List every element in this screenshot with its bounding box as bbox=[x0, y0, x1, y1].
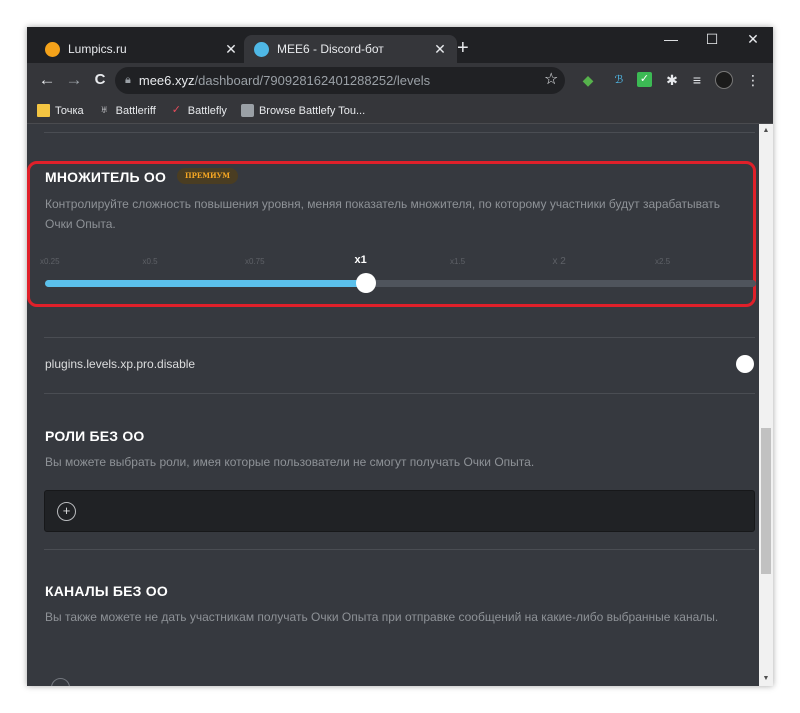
multiplier-tick: x0.5 bbox=[142, 257, 158, 266]
tab-strip: Lumpics.ru ✕ MEE6 - Discord-бот ✕ + — ☐ … bbox=[27, 27, 773, 63]
tab-title: MEE6 - Discord-бот bbox=[277, 42, 384, 56]
close-icon[interactable]: ✕ bbox=[433, 41, 447, 58]
maximize-button[interactable]: ☐ bbox=[697, 31, 727, 48]
divider bbox=[44, 393, 755, 394]
url-host: mee6.xyz bbox=[138, 73, 195, 88]
premium-badge: ПРЕМИУМ bbox=[177, 168, 239, 184]
browser-window: Lumpics.ru ✕ MEE6 - Discord-бот ✕ + — ☐ … bbox=[27, 27, 773, 686]
forward-button[interactable]: → bbox=[63, 69, 85, 91]
slider-handle[interactable] bbox=[356, 273, 377, 293]
bookmark-star-icon[interactable]: ☆ bbox=[544, 69, 558, 89]
multiplier-tick: x0.75 bbox=[245, 257, 265, 266]
kebab-menu-icon[interactable]: ⋮ bbox=[744, 71, 762, 89]
bookmark-battleriff[interactable]: ♅ Battleriff bbox=[98, 104, 156, 117]
divider bbox=[44, 337, 755, 338]
bookmark-label: Точка bbox=[55, 104, 84, 117]
multiplier-tick: x1 bbox=[354, 254, 367, 266]
tab-mee6[interactable]: MEE6 - Discord-бот ✕ bbox=[244, 35, 457, 63]
roles-title: РОЛИ БЕЗ ОО bbox=[45, 428, 145, 444]
scroll-down-icon[interactable]: ▼ bbox=[759, 672, 773, 686]
new-tab-button[interactable]: + bbox=[457, 38, 469, 58]
battlefy-icon bbox=[240, 104, 254, 117]
divider bbox=[44, 132, 755, 133]
toolbar: ← → C 🔒︎ mee6.xyz /dashboard/79092816240… bbox=[27, 63, 773, 98]
lock-icon: 🔒︎ bbox=[125, 74, 131, 86]
add-role-button[interactable]: + bbox=[57, 502, 76, 521]
folder-icon bbox=[37, 104, 50, 117]
channels-title: КАНАЛЫ БЕЗ ОО bbox=[45, 583, 168, 599]
bookmark-battlefy[interactable]: Browse Battlefy Tou... bbox=[240, 104, 366, 117]
bookmark-label: Battlefly bbox=[187, 104, 227, 117]
bookmark-label: Browse Battlefy Tou... bbox=[258, 104, 366, 117]
close-icon[interactable]: ✕ bbox=[224, 41, 238, 58]
shield-badge-icon[interactable]: ◆ bbox=[579, 71, 597, 89]
scrollbar[interactable]: ▲ ▼ bbox=[759, 124, 773, 686]
reload-button[interactable]: C bbox=[89, 69, 111, 91]
puzzle-icon[interactable]: ✱ bbox=[663, 71, 681, 89]
add-channel-button[interactable] bbox=[51, 678, 70, 686]
minimize-button[interactable]: — bbox=[656, 31, 686, 47]
address-bar[interactable]: 🔒︎ mee6.xyz /dashboard/79092816240128825… bbox=[115, 67, 565, 94]
multiplier-tick: x1.5 bbox=[450, 257, 466, 266]
url-path: /dashboard/790928162401288252/levels bbox=[194, 73, 431, 88]
mee6-favicon-icon bbox=[254, 41, 269, 57]
tab-lumpics[interactable]: Lumpics.ru ✕ bbox=[35, 35, 248, 63]
lumpics-favicon-icon bbox=[45, 41, 60, 57]
scrollbar-thumb[interactable] bbox=[761, 428, 771, 574]
multiplier-description: Контролируйте сложность повышения уровня… bbox=[45, 197, 721, 231]
scroll-up-icon[interactable]: ▲ bbox=[759, 124, 773, 138]
close-window-button[interactable]: ✕ bbox=[738, 31, 768, 48]
channels-description: Вы также можете не дать участникам получ… bbox=[45, 610, 719, 624]
translate-icon[interactable]: ℬ bbox=[610, 71, 628, 89]
back-button[interactable]: ← bbox=[36, 69, 58, 91]
battleriff-icon: ♅ bbox=[100, 104, 109, 116]
multiplier-tick: x 2 bbox=[552, 256, 566, 267]
bookmark-label: Battleriff bbox=[115, 104, 156, 117]
battlefly-icon: ✓ bbox=[171, 104, 181, 116]
multiplier-title: МНОЖИТЕЛЬ ОО bbox=[45, 169, 167, 185]
playlist-icon[interactable]: ≡ bbox=[688, 71, 706, 89]
avatar[interactable] bbox=[715, 71, 733, 89]
bookmark-battlefly[interactable]: ✓ Battlefly bbox=[170, 104, 227, 117]
tab-title: Lumpics.ru bbox=[68, 42, 127, 56]
multiplier-tick: x2.5 bbox=[655, 257, 671, 266]
divider bbox=[44, 549, 755, 550]
xp-pro-disable-label: plugins.levels.xp.pro.disable bbox=[45, 357, 196, 371]
check-icon[interactable]: ✓ bbox=[637, 72, 652, 87]
multiplier-tick: x0.25 bbox=[40, 257, 60, 266]
roles-description: Вы можете выбрать роли, имея которые пол… bbox=[45, 455, 535, 469]
slider-fill bbox=[45, 280, 367, 287]
page-content: МНОЖИТЕЛЬ ОО ПРЕМИУМ Контролируйте сложн… bbox=[27, 124, 773, 686]
xp-pro-toggle[interactable] bbox=[736, 355, 754, 373]
roles-select[interactable]: + bbox=[44, 490, 755, 532]
bookmarks-bar: Точка ♅ Battleriff ✓ Battlefly Browse Ba… bbox=[27, 98, 773, 124]
bookmark-tochka[interactable]: Точка bbox=[37, 104, 84, 117]
